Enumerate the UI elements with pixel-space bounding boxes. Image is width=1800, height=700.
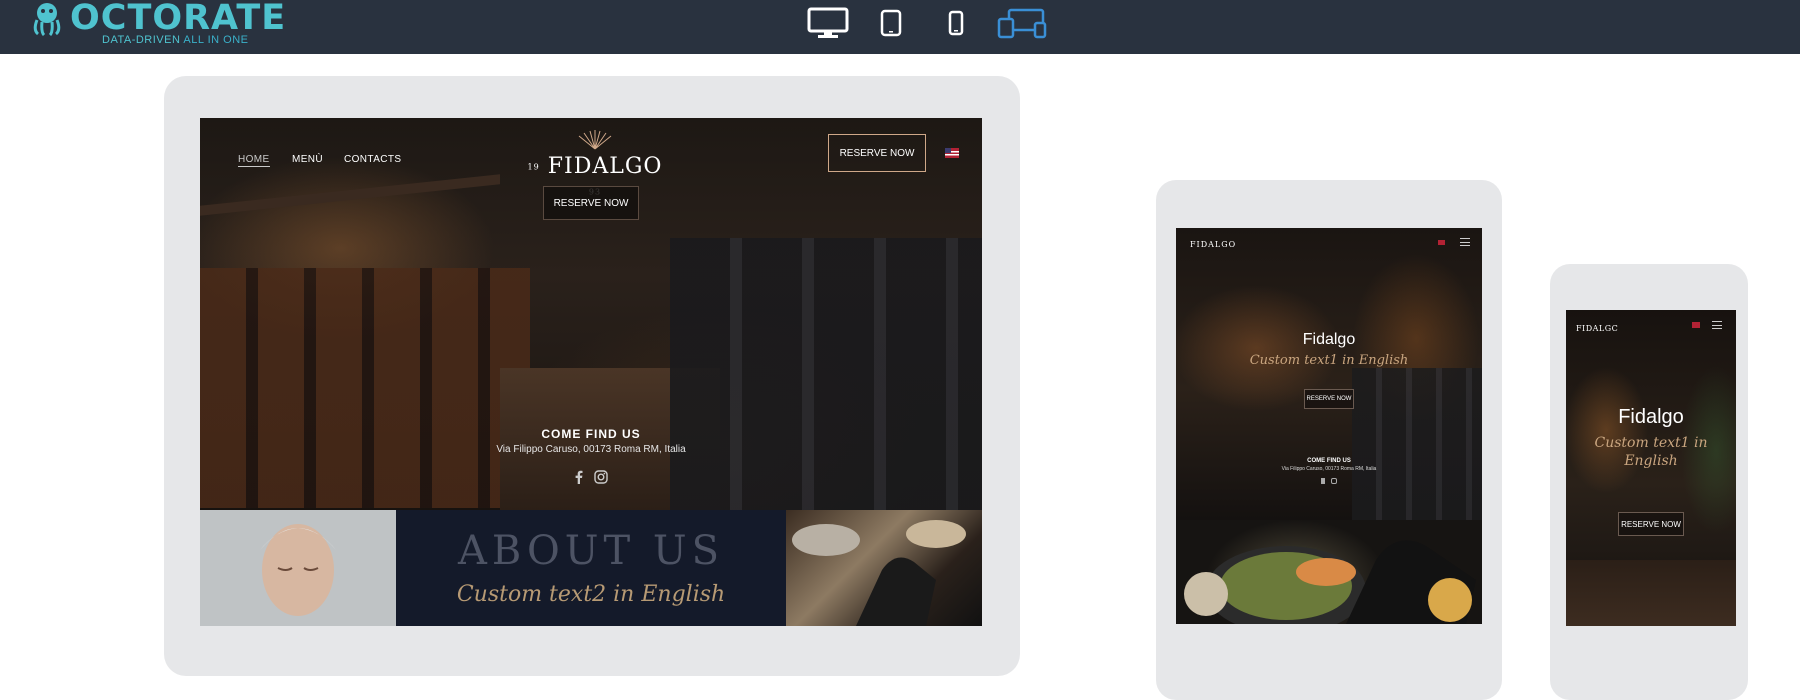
tablet-address: Via Filippo Caruso, 00173 Roma RM, Itali… xyxy=(1281,466,1377,472)
tablet-find-title: COME FIND US xyxy=(1307,458,1351,464)
chef-portrait-image xyxy=(200,510,396,626)
tagline-prefix: DATA-DRIVEN xyxy=(102,34,181,46)
reserve-now-hero-button[interactable]: RESERVE NOW xyxy=(543,186,639,220)
tablet-hamburger-icon[interactable] xyxy=(1460,238,1470,246)
tablet-flag-icon[interactable] xyxy=(1438,240,1445,245)
gloved-hand-shape xyxy=(792,520,966,626)
tablet-title: Fidalgo xyxy=(1302,331,1356,348)
reserve-now-button[interactable]: RESERVE NOW xyxy=(828,134,926,172)
tagline-highlight: ALL IN ONE xyxy=(183,34,249,46)
brand-prefix: 19 xyxy=(527,162,540,172)
tablet-view-button[interactable] xyxy=(878,3,904,43)
phone-title: Fidalgo xyxy=(1618,406,1684,428)
phone-icon xyxy=(948,10,964,36)
tablet-social-links xyxy=(1321,478,1337,484)
phone-reserve-button[interactable]: RESERVE NOW xyxy=(1618,512,1684,536)
facebook-icon[interactable] xyxy=(574,470,584,484)
phone-subtitle-line1: Custom text1 in xyxy=(1594,435,1708,451)
phone-subtitle-line2: English xyxy=(1624,453,1678,469)
tablet-food-shapes xyxy=(1184,540,1476,624)
tablet-hero-image xyxy=(1176,228,1482,520)
phone-logo[interactable]: FIDALGC xyxy=(1576,324,1618,333)
bar-stools-shape xyxy=(200,268,530,508)
about-us-panel: ABOUT US Custom text2 in English xyxy=(396,510,786,626)
logo-wordmark: OCTORATE xyxy=(70,0,287,38)
bar-counter-shape xyxy=(200,174,500,216)
octopus-icon xyxy=(33,3,61,36)
tablet-instagram-icon[interactable] xyxy=(1331,478,1337,484)
tablet-reserve-button[interactable]: RESERVE NOW xyxy=(1304,389,1354,409)
phone-subtitle: Custom text1 in English xyxy=(1566,434,1736,470)
octorate-logo[interactable]: OCTORATE DATA-DRIVEN ALL IN ONE xyxy=(30,0,285,52)
come-find-us-title: COME FIND US xyxy=(541,427,641,441)
tablet-preview-screen: FIDALGO Fidalgo Custom text1 in English … xyxy=(1176,228,1482,624)
address-text: Via Filippo Caruso, 00173 Roma RM, Itali… xyxy=(496,444,686,455)
logo-tagline: DATA-DRIVEN ALL IN ONE xyxy=(102,34,249,46)
all-devices-view-button[interactable] xyxy=(996,3,1048,43)
all-devices-icon xyxy=(997,8,1047,39)
about-us-heading: ABOUT US xyxy=(457,528,725,574)
tablet-subtitle: Custom text1 in English xyxy=(1249,353,1409,368)
phone-flag-icon[interactable] xyxy=(1692,322,1700,328)
about-us-subtitle: Custom text2 in English xyxy=(456,582,726,607)
social-links xyxy=(574,470,608,484)
tablet-booths-shape xyxy=(1352,368,1482,520)
food-prep-image xyxy=(786,510,982,626)
portrait-silhouette xyxy=(260,524,336,616)
desktop-second-row: ABOUT US Custom text2 in English xyxy=(200,510,982,626)
top-bar: OCTORATE DATA-DRIVEN ALL IN ONE xyxy=(0,0,1800,54)
tablet-food-image xyxy=(1176,520,1482,624)
fidalgo-brand: 19 FIDALGO 93 xyxy=(520,126,670,197)
tablet-facebook-icon[interactable] xyxy=(1321,478,1325,484)
instagram-icon[interactable] xyxy=(594,470,608,484)
nav-contacts[interactable]: CONTACTS xyxy=(344,154,401,165)
tablet-logo[interactable]: FIDALGO xyxy=(1190,240,1236,249)
phone-hamburger-icon[interactable] xyxy=(1712,321,1722,329)
phone-floor-shape xyxy=(1566,560,1736,626)
fan-logo-icon xyxy=(578,130,612,150)
brand-name: FIDALGO xyxy=(547,154,663,179)
phone-preview-screen: FIDALGC Fidalgo Custom text1 in English … xyxy=(1566,310,1736,626)
tablet-icon xyxy=(880,9,902,37)
desktop-icon xyxy=(807,7,849,38)
us-flag-icon[interactable] xyxy=(945,148,959,158)
desktop-preview-screen: HOME MENÙ CONTACTS 19 FIDALGO 93 RESERVE… xyxy=(200,118,982,626)
phone-view-button[interactable] xyxy=(946,3,966,43)
nav-home[interactable]: HOME xyxy=(238,154,270,167)
booths-shape xyxy=(670,238,982,510)
nav-menu[interactable]: MENÙ xyxy=(292,154,323,165)
desktop-view-button[interactable] xyxy=(806,3,850,43)
